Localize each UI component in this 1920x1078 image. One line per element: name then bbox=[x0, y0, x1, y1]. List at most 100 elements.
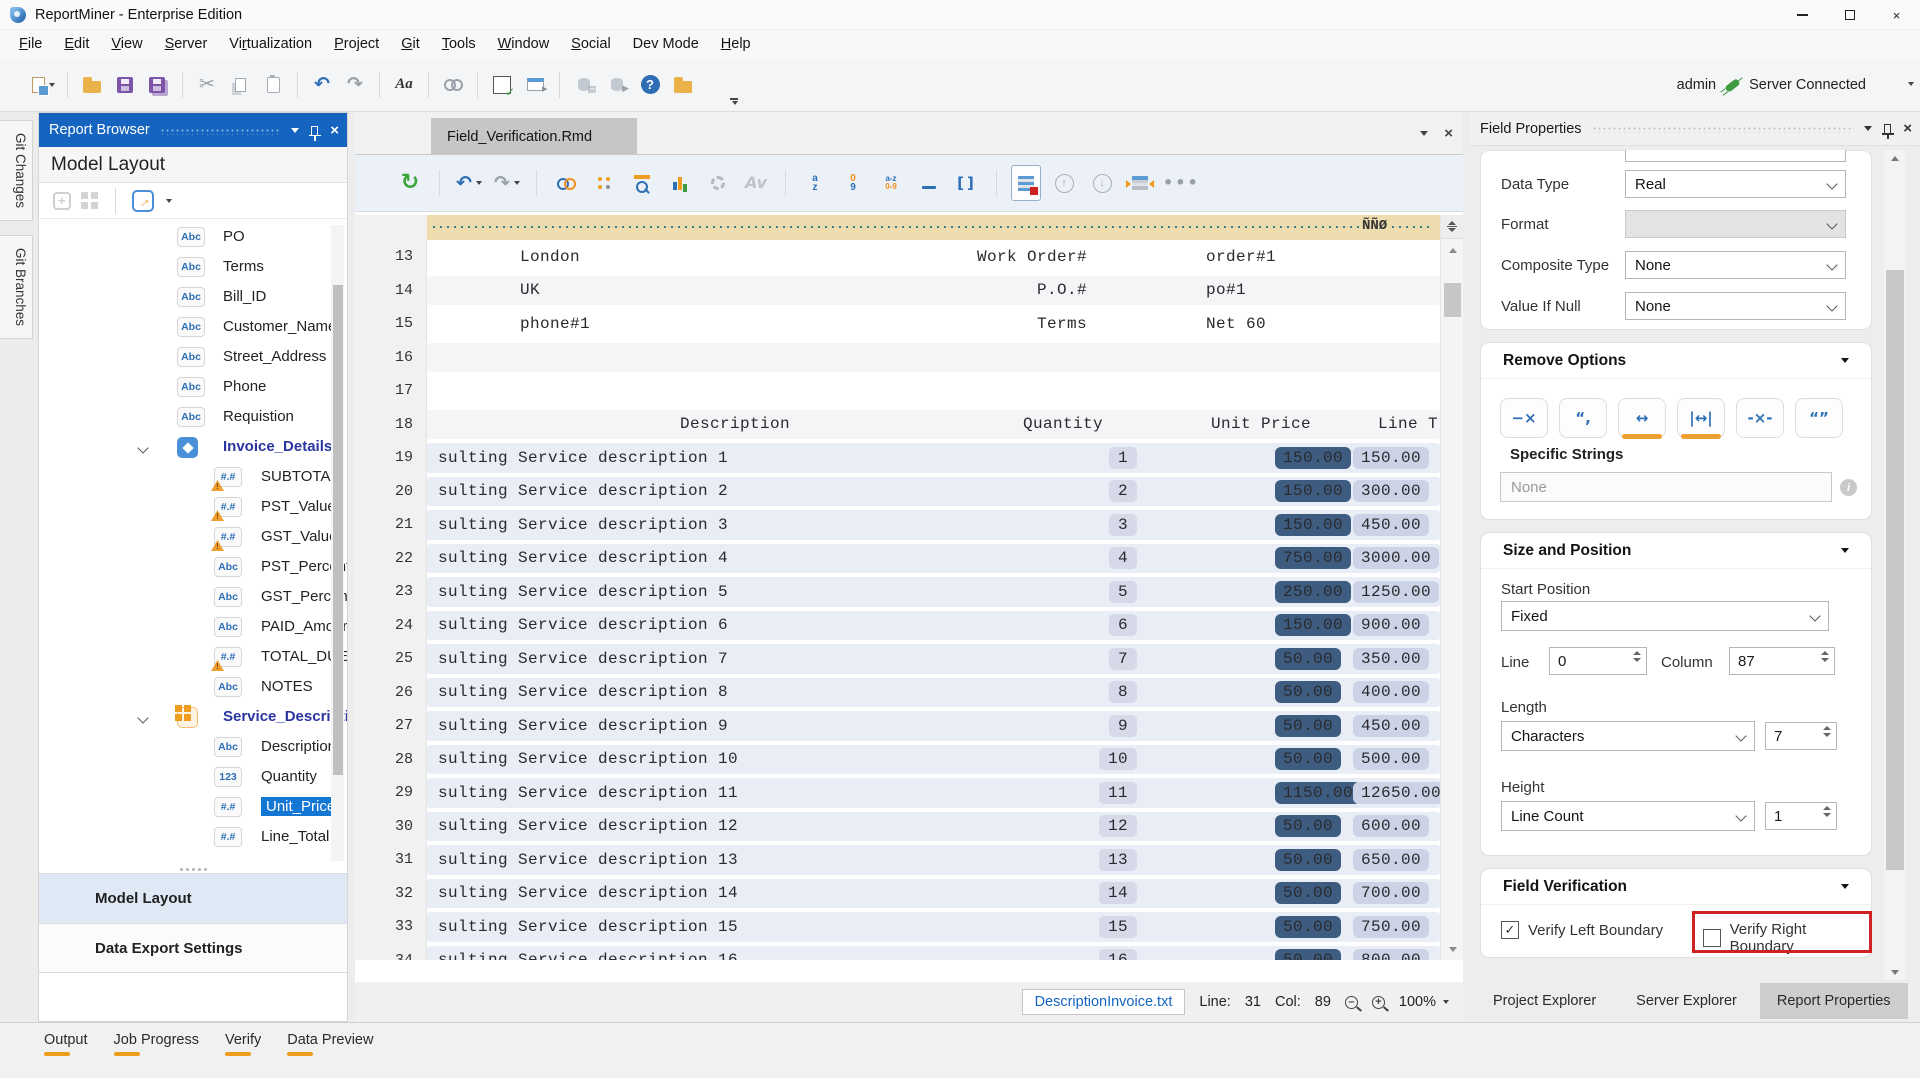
tree-item-line_total[interactable]: #.#Line_Total bbox=[39, 823, 347, 853]
remove-boundary-spaces-icon[interactable]: |↔| bbox=[1677, 398, 1725, 438]
close-icon[interactable]: × bbox=[330, 123, 339, 138]
table-row[interactable]: 20sulting Service description 22150.0030… bbox=[355, 475, 1440, 509]
vertical-scroll-thumb[interactable] bbox=[1444, 283, 1461, 317]
export-icon[interactable]: → bbox=[132, 190, 154, 212]
line-spinner[interactable]: 0 bbox=[1549, 647, 1647, 675]
remove-all-spaces-icon[interactable]: ↔ bbox=[1618, 398, 1666, 438]
table-row[interactable]: 18DescriptionQuantityUnit PriceLine T bbox=[355, 408, 1440, 442]
table-row[interactable]: 32sulting Service description 141450.007… bbox=[355, 877, 1440, 911]
remove-middle-icon[interactable]: -×- bbox=[1736, 398, 1784, 438]
move-down-icon[interactable]: ↓ bbox=[1087, 165, 1117, 201]
save-icon[interactable] bbox=[110, 67, 140, 103]
sort-alnum-icon[interactable]: a-z0-9 bbox=[876, 165, 906, 201]
tree-item-description[interactable]: AbcDescription bbox=[39, 733, 347, 763]
new-report-icon[interactable] bbox=[28, 67, 58, 103]
tree-item-pst_percentage[interactable]: AbcPST_Percentage bbox=[39, 553, 347, 583]
menu-server[interactable]: Server bbox=[154, 32, 219, 56]
tree-item-phone[interactable]: AbcPhone bbox=[39, 373, 347, 403]
table-row[interactable]: 28sulting Service description 101050.005… bbox=[355, 743, 1440, 777]
zoom-menu-icon[interactable] bbox=[1443, 1000, 1449, 1004]
preview-icon[interactable] bbox=[627, 165, 657, 201]
value-if-null-select[interactable]: None bbox=[1625, 292, 1846, 320]
numeric-icon[interactable]: 09 bbox=[838, 165, 868, 201]
tree-item-unit_price[interactable]: #.#Unit_Price bbox=[39, 793, 347, 823]
data-type-select[interactable]: Real bbox=[1625, 170, 1846, 198]
font-disabled-icon[interactable]: Av bbox=[741, 165, 771, 201]
split-view-handle-icon[interactable] bbox=[1441, 215, 1463, 239]
panel-scroll-thumb[interactable] bbox=[1886, 270, 1904, 870]
verify-left-checkbox[interactable]: ✓ bbox=[1501, 921, 1519, 939]
recent-icon[interactable] bbox=[668, 67, 698, 103]
pin-icon[interactable] bbox=[311, 126, 318, 135]
font-icon[interactable]: Aa bbox=[389, 67, 419, 103]
tree-item-bill_id[interactable]: AbcBill_ID bbox=[39, 283, 347, 313]
redo-icon[interactable]: ↷ bbox=[492, 165, 522, 201]
settings-icon[interactable] bbox=[703, 165, 733, 201]
menu-project[interactable]: Project bbox=[323, 32, 390, 56]
tree-item-gst_percentage[interactable]: AbcGST_Percentage bbox=[39, 583, 347, 613]
tree-item-service_description[interactable]: Service_Description bbox=[39, 703, 347, 733]
sort-az-icon[interactable]: az bbox=[800, 165, 830, 201]
zoom-level[interactable]: 100% bbox=[1399, 994, 1436, 1010]
table-row[interactable]: 30sulting Service description 121250.006… bbox=[355, 810, 1440, 844]
find-icon[interactable] bbox=[438, 67, 468, 103]
scroll-up-icon[interactable] bbox=[1441, 241, 1463, 259]
menu-virtualization[interactable]: Virtualization bbox=[218, 32, 323, 56]
brackets-icon[interactable]: [] bbox=[952, 165, 982, 201]
tree-item-po[interactable]: AbcPO bbox=[39, 223, 347, 253]
tree-item-invoice_details[interactable]: Invoice_Details bbox=[39, 433, 347, 463]
panel-tab-output[interactable]: Output bbox=[44, 1032, 88, 1056]
tree-item-subtotal[interactable]: #.#!SUBTOTAL bbox=[39, 463, 347, 493]
table-row[interactable]: 24sulting Service description 66150.0090… bbox=[355, 609, 1440, 643]
git-changes-tab[interactable]: Git Changes bbox=[0, 120, 33, 221]
table-row[interactable]: 19sulting Service description 11150.0015… bbox=[355, 441, 1440, 475]
scroll-down-icon[interactable] bbox=[1884, 964, 1906, 980]
panel-scrollbar[interactable] bbox=[1884, 150, 1906, 980]
table-row[interactable]: 15phone#1TermsNet 60 bbox=[355, 307, 1440, 341]
tree-item-paid_amount[interactable]: AbcPAID_Amount bbox=[39, 613, 347, 643]
panel-tab-verify[interactable]: Verify bbox=[225, 1032, 261, 1056]
copy-icon[interactable] bbox=[225, 67, 255, 103]
remove-trailing-icon[interactable]: −× bbox=[1500, 398, 1548, 438]
undo-icon[interactable]: ↶ bbox=[454, 165, 484, 201]
panel-tab-data-preview[interactable]: Data Preview bbox=[287, 1032, 373, 1056]
zoom-out-icon[interactable]: – bbox=[1345, 996, 1358, 1009]
verify-window-icon[interactable] bbox=[487, 67, 517, 103]
menu-window[interactable]: Window bbox=[487, 32, 561, 56]
save-all-icon[interactable] bbox=[143, 67, 173, 103]
panel-splitter[interactable] bbox=[39, 865, 347, 873]
model-layout-view-button[interactable]: Model Layout bbox=[39, 873, 347, 923]
add-model-icon[interactable] bbox=[53, 192, 71, 210]
menu-tools[interactable]: Tools bbox=[431, 32, 487, 56]
table-row[interactable]: 33sulting Service description 151550.007… bbox=[355, 910, 1440, 944]
run-db-icon[interactable] bbox=[602, 67, 632, 103]
export-menu-icon[interactable] bbox=[166, 199, 172, 203]
tree-item-pst_value[interactable]: #.#!PST_Value bbox=[39, 493, 347, 523]
redo-icon[interactable]: ↷ bbox=[340, 67, 370, 103]
tab-server-explorer[interactable]: Server Explorer bbox=[1619, 983, 1754, 1019]
tab-list-icon[interactable] bbox=[1420, 131, 1428, 136]
paste-icon[interactable] bbox=[258, 67, 288, 103]
start-position-select[interactable]: Fixed bbox=[1501, 601, 1829, 631]
table-row[interactable]: 14UKP.O.#po#1 bbox=[355, 274, 1440, 308]
panel-menu-icon[interactable] bbox=[1864, 126, 1872, 131]
tree-scrollbar[interactable] bbox=[331, 225, 344, 861]
open-icon[interactable] bbox=[77, 67, 107, 103]
table-row[interactable]: 27sulting Service description 9950.00450… bbox=[355, 709, 1440, 743]
table-row[interactable]: 29sulting Service description 11111150.0… bbox=[355, 776, 1440, 810]
panel-tab-job-progress[interactable]: Job Progress bbox=[114, 1032, 199, 1056]
scroll-down-icon[interactable] bbox=[1441, 940, 1463, 958]
length-spinner[interactable]: 7 bbox=[1765, 722, 1837, 750]
menu-social[interactable]: Social bbox=[560, 32, 622, 56]
length-unit-select[interactable]: Characters bbox=[1501, 721, 1755, 751]
table-row[interactable]: 23sulting Service description 55250.0012… bbox=[355, 575, 1440, 609]
table-row[interactable]: 17 bbox=[355, 374, 1440, 408]
data-export-settings-button[interactable]: Data Export Settings bbox=[39, 923, 347, 973]
tab-project-explorer[interactable]: Project Explorer bbox=[1476, 983, 1613, 1019]
toolbar-overflow-icon[interactable] bbox=[728, 98, 740, 105]
cut-icon[interactable]: ✂ bbox=[192, 67, 222, 103]
vertical-scrollbar[interactable] bbox=[1440, 215, 1463, 960]
menu-file[interactable]: File bbox=[8, 32, 53, 56]
remove-leading-quotes-icon[interactable]: “, bbox=[1559, 398, 1607, 438]
maximize-button[interactable] bbox=[1826, 0, 1873, 30]
